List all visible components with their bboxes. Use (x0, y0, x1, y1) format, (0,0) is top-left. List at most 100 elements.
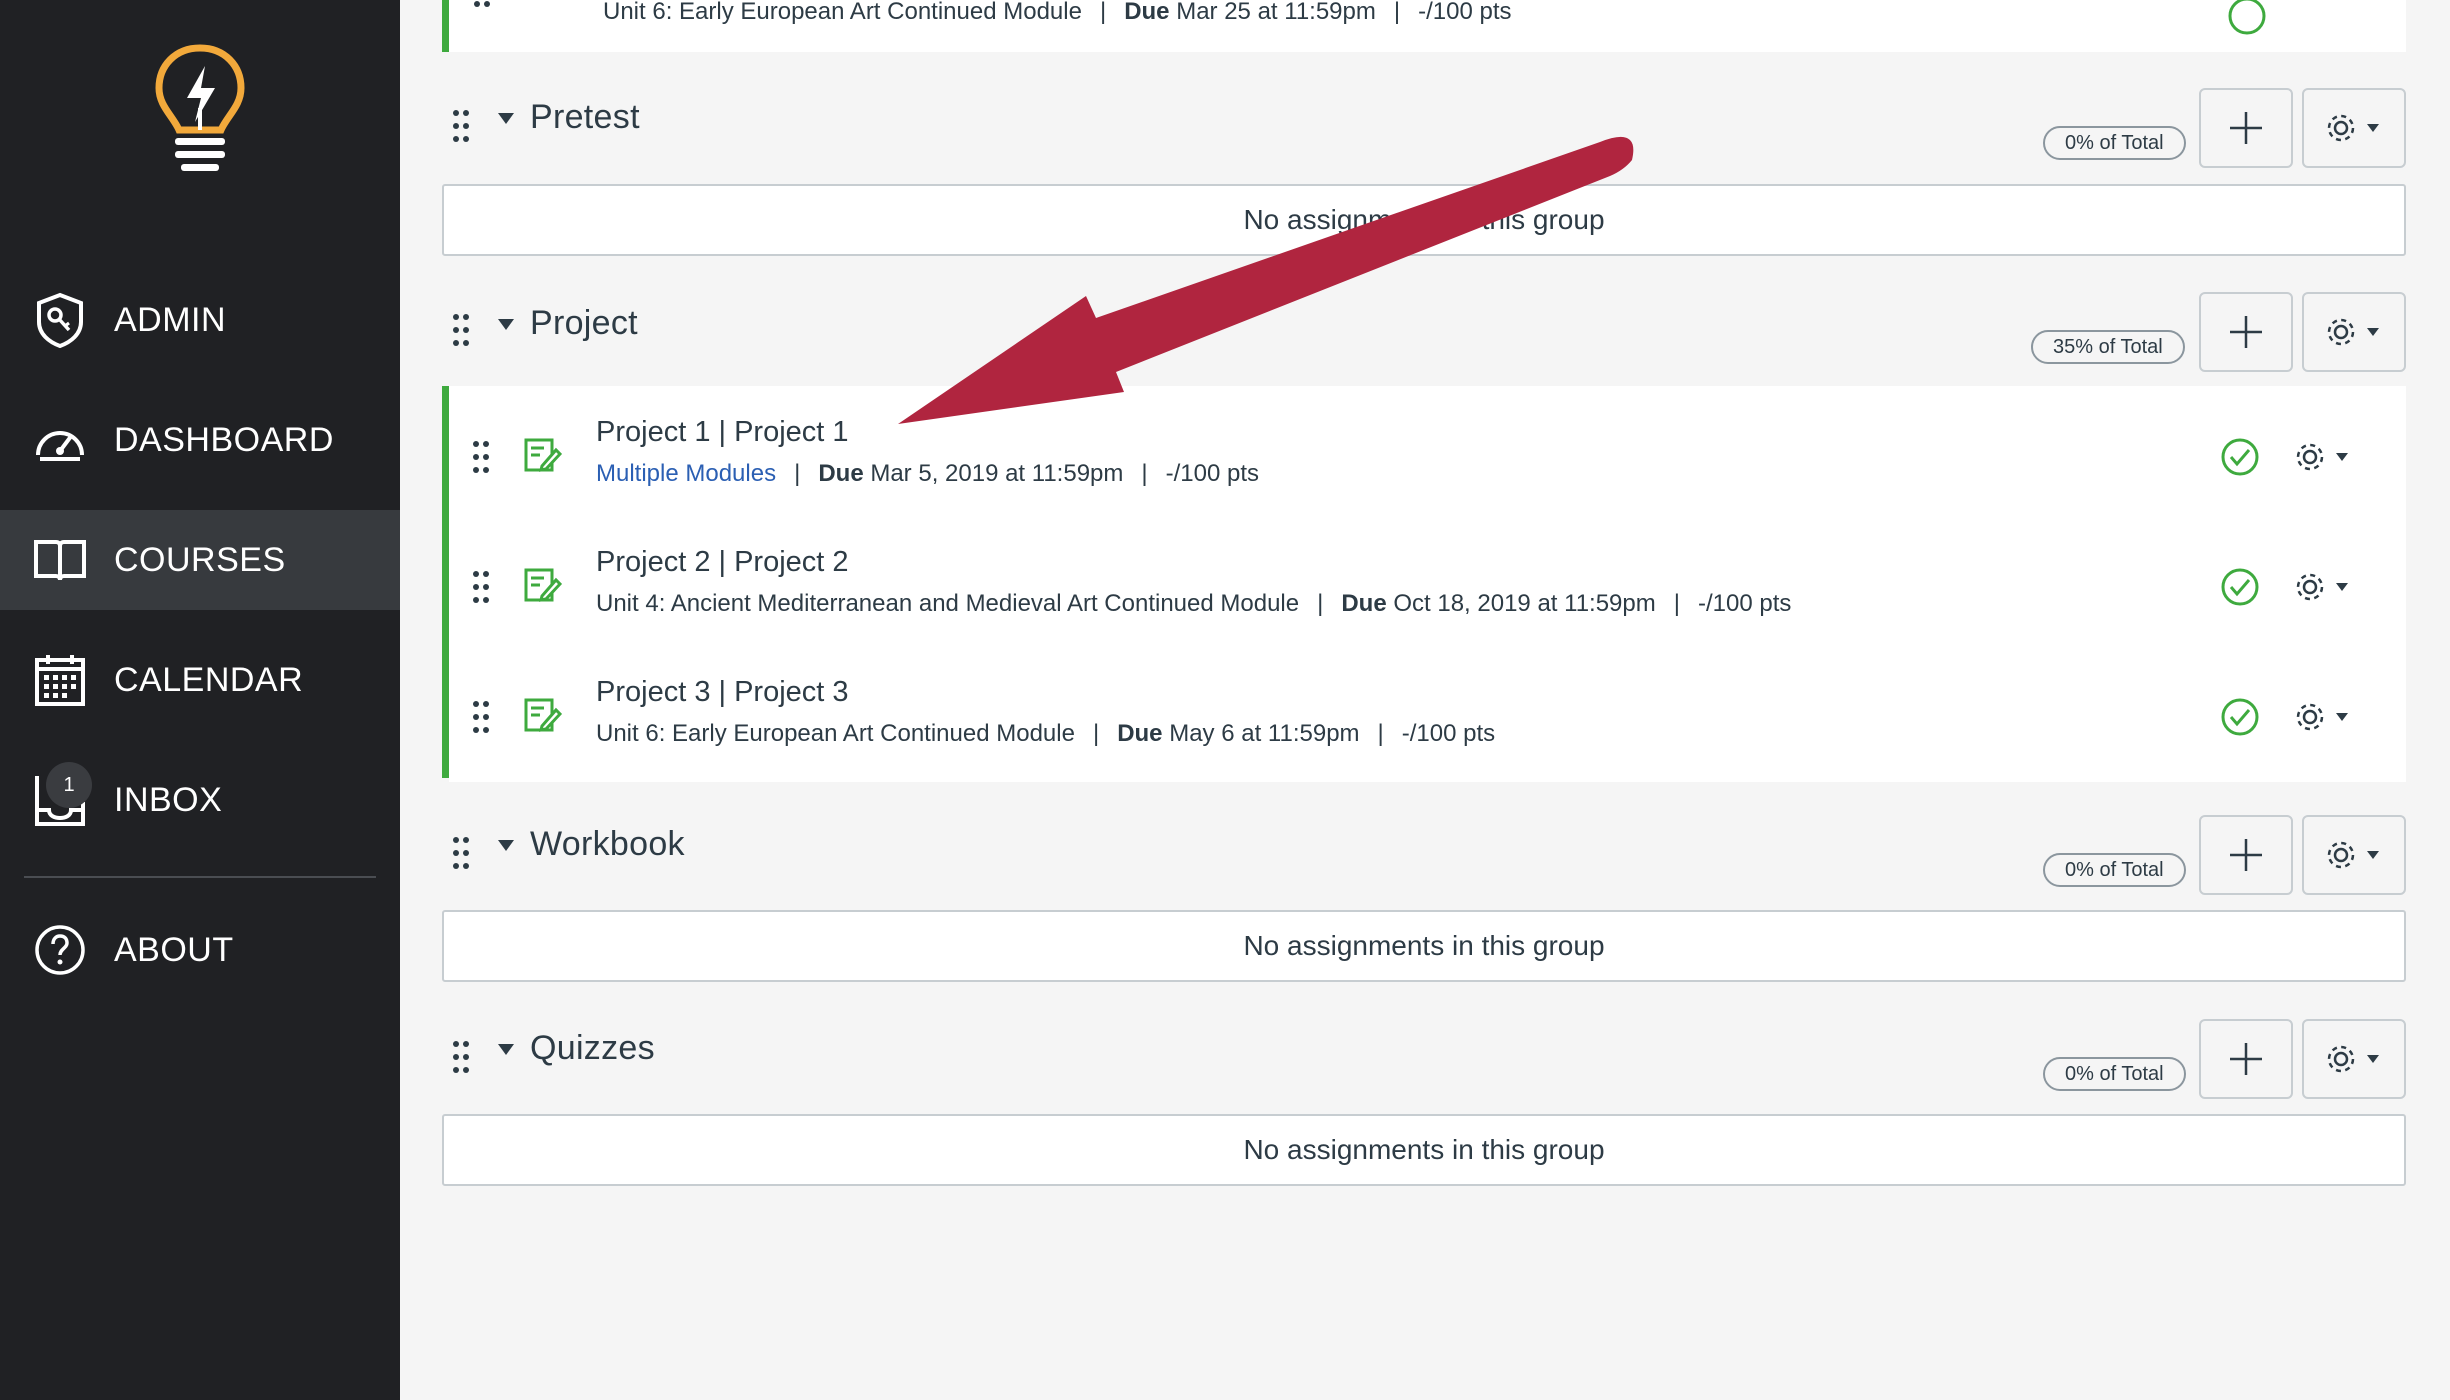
collapse-caret-icon[interactable] (498, 319, 514, 330)
group-title[interactable]: Workbook (530, 825, 685, 864)
assignment-due: May 6 at 11:59pm (1169, 720, 1360, 747)
help-circle-icon (30, 920, 90, 980)
assignment-settings-button[interactable] (2292, 567, 2362, 607)
nav-label-dashboard: DASHBOARD (114, 420, 334, 459)
assignment-points: -/100 pts (1418, 0, 1512, 25)
collapse-caret-icon[interactable] (498, 840, 514, 851)
gear-icon (2327, 1045, 2379, 1073)
nav-item-calendar[interactable]: CALENDAR (0, 630, 400, 730)
drag-handle-icon[interactable] (450, 835, 472, 871)
add-assignment-button[interactable] (2199, 88, 2293, 168)
due-label: Due (1124, 0, 1170, 25)
assignment-module: Unit 4: Ancient Mediterranean and Mediev… (596, 590, 1300, 617)
assignment-row[interactable]: Project 3 | Project 3 Unit 6: Early Euro… (449, 652, 2406, 782)
collapse-caret-icon[interactable] (498, 1044, 514, 1055)
assignment-group-header: Workbook 0% of Total (442, 805, 2406, 895)
group-title[interactable]: Pretest (530, 98, 640, 137)
assignment-due: Mar 5, 2019 at 11:59pm (870, 460, 1124, 487)
assignment-module-link[interactable]: Multiple Modules (596, 460, 776, 487)
drag-handle-icon[interactable] (470, 699, 492, 735)
assignment-settings-button[interactable] (2292, 437, 2362, 477)
lightbulb-logo-icon[interactable] (155, 44, 245, 180)
nav-label-courses: COURSES (114, 540, 286, 579)
group-settings-button[interactable] (2302, 88, 2406, 168)
assignment-meta: Unit 6: Early European Art Continued Mod… (603, 0, 1512, 25)
add-assignment-button[interactable] (2199, 815, 2293, 895)
assignment-meta: Unit 4: Ancient Mediterranean and Mediev… (596, 590, 1792, 617)
nav-label-calendar: CALENDAR (114, 660, 304, 699)
speedometer-icon (30, 410, 90, 470)
unread-count-badge: 1 (46, 762, 92, 808)
due-label: Due (818, 460, 864, 487)
assignment-meta: Multiple Modules | Due Mar 5, 2019 at 11:5… (596, 460, 1260, 487)
published-check-icon[interactable] (2227, 0, 2267, 36)
nav-item-admin[interactable]: ADMIN (0, 270, 400, 370)
assignment-icon (522, 696, 563, 736)
group-weight-badge: 35% of Total (2031, 330, 2185, 364)
nav-divider (24, 876, 376, 878)
due-label: Due (1117, 720, 1163, 747)
group-settings-button[interactable] (2302, 1019, 2406, 1099)
assignment-icon (522, 566, 563, 606)
nav-label-admin: ADMIN (114, 300, 227, 339)
shield-key-icon (30, 290, 90, 350)
due-label: Due (1341, 590, 1387, 617)
nav-item-dashboard[interactable]: DASHBOARD (0, 390, 400, 490)
assignment-meta: Unit 6: Early European Art Continued Mod… (596, 720, 1496, 747)
assignment-group-header: Pretest 0% of Total (442, 78, 2406, 168)
drag-handle-icon[interactable] (450, 108, 472, 144)
assignment-due: Mar 25 at 11:59pm (1176, 0, 1376, 25)
plus-icon (2230, 112, 2262, 144)
assignment-icon (522, 436, 563, 476)
drag-handle-icon[interactable] (470, 569, 492, 605)
gear-icon (2327, 841, 2379, 869)
plus-icon (2230, 316, 2262, 348)
drag-handle-icon[interactable] (471, 0, 493, 36)
book-icon (30, 530, 90, 590)
group-weight-badge: 0% of Total (2043, 1057, 2186, 1091)
assignment-row[interactable]: Project 1 | Project 1 Multiple Modules | D… (449, 392, 2406, 522)
assignment-points: -/100 pts (1697, 590, 1792, 617)
group-weight-badge: 0% of Total (2043, 126, 2186, 160)
group-settings-button[interactable] (2302, 292, 2406, 372)
assignment-group-header: Project 35% of Total (442, 282, 2406, 372)
published-check-icon[interactable] (2220, 697, 2260, 737)
drag-handle-icon[interactable] (450, 1039, 472, 1075)
group-weight-badge: 0% of Total (2043, 853, 2186, 887)
collapse-caret-icon[interactable] (498, 113, 514, 124)
empty-group-message: No assignments in this group (442, 1114, 2406, 1186)
drag-handle-icon[interactable] (450, 312, 472, 348)
assignment-group-header: Quizzes 0% of Total (442, 1009, 2406, 1099)
published-check-icon[interactable] (2220, 437, 2260, 477)
gear-icon (2327, 114, 2379, 142)
assignment-due: Oct 18, 2019 at 11:59pm (1393, 590, 1656, 617)
assignment-row-partial[interactable]: Unit 6: Early European Art Continued Mod… (442, 0, 2406, 52)
add-assignment-button[interactable] (2199, 1019, 2293, 1099)
assignment-title[interactable]: Project 3 | Project 3 (596, 676, 849, 709)
assignment-settings-button[interactable] (2292, 697, 2362, 737)
nav-item-about[interactable]: ABOUT (0, 900, 400, 1000)
assignment-module: Unit 6: Early European Art Continued Mod… (596, 720, 1075, 747)
global-nav-sidebar: ADMIN DASHBOARD COURSES CALENDAR INBOX 1… (0, 0, 400, 1400)
group-title[interactable]: Quizzes (530, 1029, 655, 1068)
assignment-row[interactable]: Project 2 | Project 2 Unit 4: Ancient Me… (449, 522, 2406, 652)
gear-icon (2296, 443, 2348, 471)
assignment-points: -/100 pts (1165, 460, 1260, 487)
nav-label-inbox: INBOX (114, 780, 223, 819)
gear-icon (2296, 573, 2348, 601)
group-settings-button[interactable] (2302, 815, 2406, 895)
assignment-title[interactable]: Project 1 | Project 1 (596, 416, 849, 449)
group-title[interactable]: Project (530, 304, 638, 343)
calendar-icon (30, 650, 90, 710)
assignment-title[interactable]: Project 2 | Project 2 (596, 546, 849, 579)
gear-icon (2327, 318, 2379, 346)
nav-item-courses[interactable]: COURSES (0, 510, 400, 610)
published-check-icon[interactable] (2220, 567, 2260, 607)
plus-icon (2230, 1043, 2262, 1075)
drag-handle-icon[interactable] (470, 439, 492, 475)
plus-icon (2230, 839, 2262, 871)
add-assignment-button[interactable] (2199, 292, 2293, 372)
empty-group-message: No assignments in this group (442, 910, 2406, 982)
assignment-points: -/100 pts (1401, 720, 1496, 747)
assignments-content: Unit 6: Early European Art Continued Mod… (400, 0, 2450, 1400)
